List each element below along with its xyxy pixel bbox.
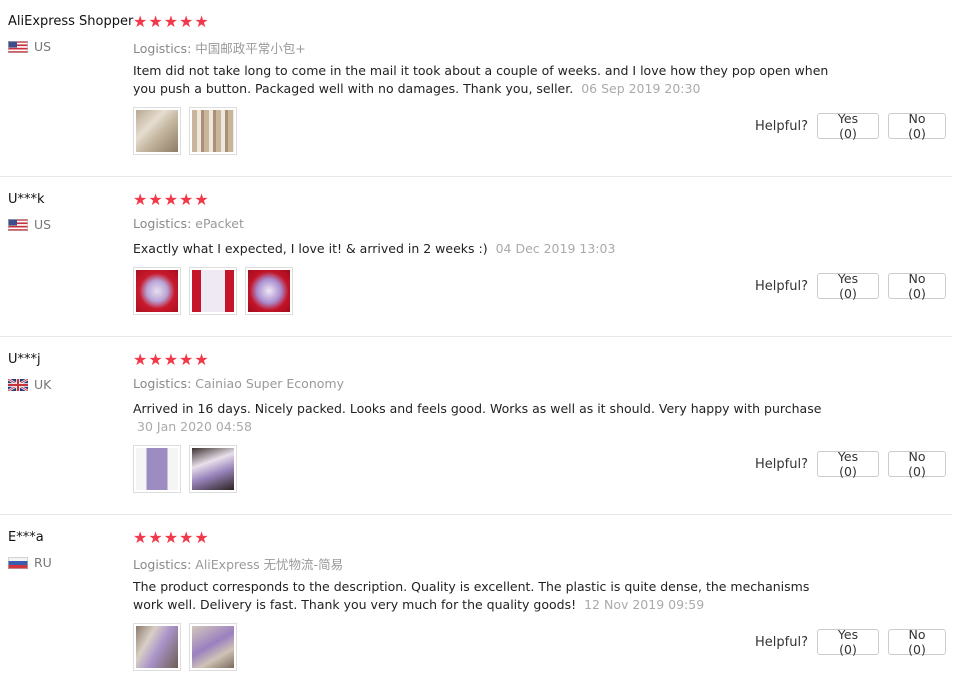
review-photo[interactable] <box>189 267 237 315</box>
review-body: Item did not take long to come in the ma… <box>133 63 829 96</box>
us-flag-icon <box>8 218 28 231</box>
helpful-vote: Helpful? Yes (0) No (0) <box>755 111 946 141</box>
ru-flag-icon <box>8 556 28 569</box>
logistics-label: Logistics: <box>133 41 192 56</box>
review-divider <box>0 514 952 515</box>
helpful-vote: Helpful? Yes (0) No (0) <box>755 271 946 301</box>
star-rating: ★★★★★ <box>133 350 210 369</box>
logistics-label: Logistics: <box>133 557 192 572</box>
review-divider <box>0 176 952 177</box>
reviewer-country: US <box>8 217 51 232</box>
star-rating: ★★★★★ <box>133 12 210 31</box>
country-code: UK <box>34 377 52 392</box>
review-photo[interactable] <box>189 107 237 155</box>
helpful-yes-button[interactable]: Yes (0) <box>817 449 879 479</box>
review-photos <box>133 623 237 671</box>
helpful-vote: Helpful? Yes (0) No (0) <box>755 449 946 479</box>
reviewer-country: RU <box>8 555 52 570</box>
logistics-info: Logistics: AliExpress 无忧物流-简易 <box>133 554 343 573</box>
helpful-yes-button[interactable]: Yes (0) <box>817 271 879 301</box>
helpful-no-button[interactable]: No (0) <box>888 449 946 479</box>
helpful-no-button[interactable]: No (0) <box>888 111 946 141</box>
review-photos <box>133 445 237 493</box>
logistics-label: Logistics: <box>133 216 192 231</box>
reviewer-name: AliExpress Shopper <box>8 14 134 29</box>
review-photos <box>133 107 237 155</box>
review-text: The product corresponds to the descripti… <box>133 578 843 614</box>
review-body: Arrived in 16 days. Nicely packed. Looks… <box>133 401 822 416</box>
us-flag-icon <box>8 40 28 53</box>
review-date: 30 Jan 2020 04:58 <box>137 419 252 434</box>
review-text: Item did not take long to come in the ma… <box>133 62 843 98</box>
helpful-label: Helpful? <box>755 634 808 650</box>
review-photo[interactable] <box>189 623 237 671</box>
country-code: US <box>34 217 52 232</box>
uk-flag-icon <box>8 378 28 391</box>
reviewer-name: E***a <box>8 530 44 545</box>
review-photo[interactable] <box>133 267 181 315</box>
reviewer-country: UK <box>8 377 51 392</box>
review-photo[interactable] <box>189 445 237 493</box>
helpful-no-button[interactable]: No (0) <box>888 271 946 301</box>
review-date: 06 Sep 2019 20:30 <box>581 81 701 96</box>
helpful-label: Helpful? <box>755 118 808 134</box>
logistics-info: Logistics: Cainiao Super Economy <box>133 376 344 391</box>
country-code: RU <box>34 555 52 570</box>
logistics-value: AliExpress 无忧物流-简易 <box>195 557 344 572</box>
logistics-value: Cainiao Super Economy <box>195 376 344 391</box>
review-photo[interactable] <box>133 445 181 493</box>
helpful-yes-button[interactable]: Yes (0) <box>817 627 879 657</box>
reviewer-country: US <box>8 39 51 54</box>
review-photo[interactable] <box>133 623 181 671</box>
review-text: Exactly what I expected, I love it! & ar… <box>133 240 843 258</box>
helpful-label: Helpful? <box>755 278 808 294</box>
helpful-vote: Helpful? Yes (0) No (0) <box>755 627 946 657</box>
star-rating: ★★★★★ <box>133 528 210 547</box>
review-photos <box>133 267 293 315</box>
review-photo[interactable] <box>245 267 293 315</box>
helpful-no-button[interactable]: No (0) <box>888 627 946 657</box>
country-code: US <box>34 39 52 54</box>
logistics-label: Logistics: <box>133 376 192 391</box>
logistics-info: Logistics: 中国邮政平常小包+ <box>133 38 306 57</box>
review-photo[interactable] <box>133 107 181 155</box>
helpful-yes-button[interactable]: Yes (0) <box>817 111 879 141</box>
logistics-value: ePacket <box>195 216 244 231</box>
review-date: 12 Nov 2019 09:59 <box>584 597 705 612</box>
reviewer-name: U***k <box>8 192 45 207</box>
review-body: Exactly what I expected, I love it! & ar… <box>133 241 488 256</box>
review-date: 04 Dec 2019 13:03 <box>495 241 616 256</box>
reviewer-name: U***j <box>8 352 41 367</box>
star-rating: ★★★★★ <box>133 190 210 209</box>
logistics-value: 中国邮政平常小包+ <box>195 41 306 56</box>
review-text: Arrived in 16 days. Nicely packed. Looks… <box>133 400 843 436</box>
helpful-label: Helpful? <box>755 456 808 472</box>
logistics-info: Logistics: ePacket <box>133 216 244 231</box>
review-divider <box>0 336 952 337</box>
review-body: The product corresponds to the descripti… <box>133 579 810 612</box>
